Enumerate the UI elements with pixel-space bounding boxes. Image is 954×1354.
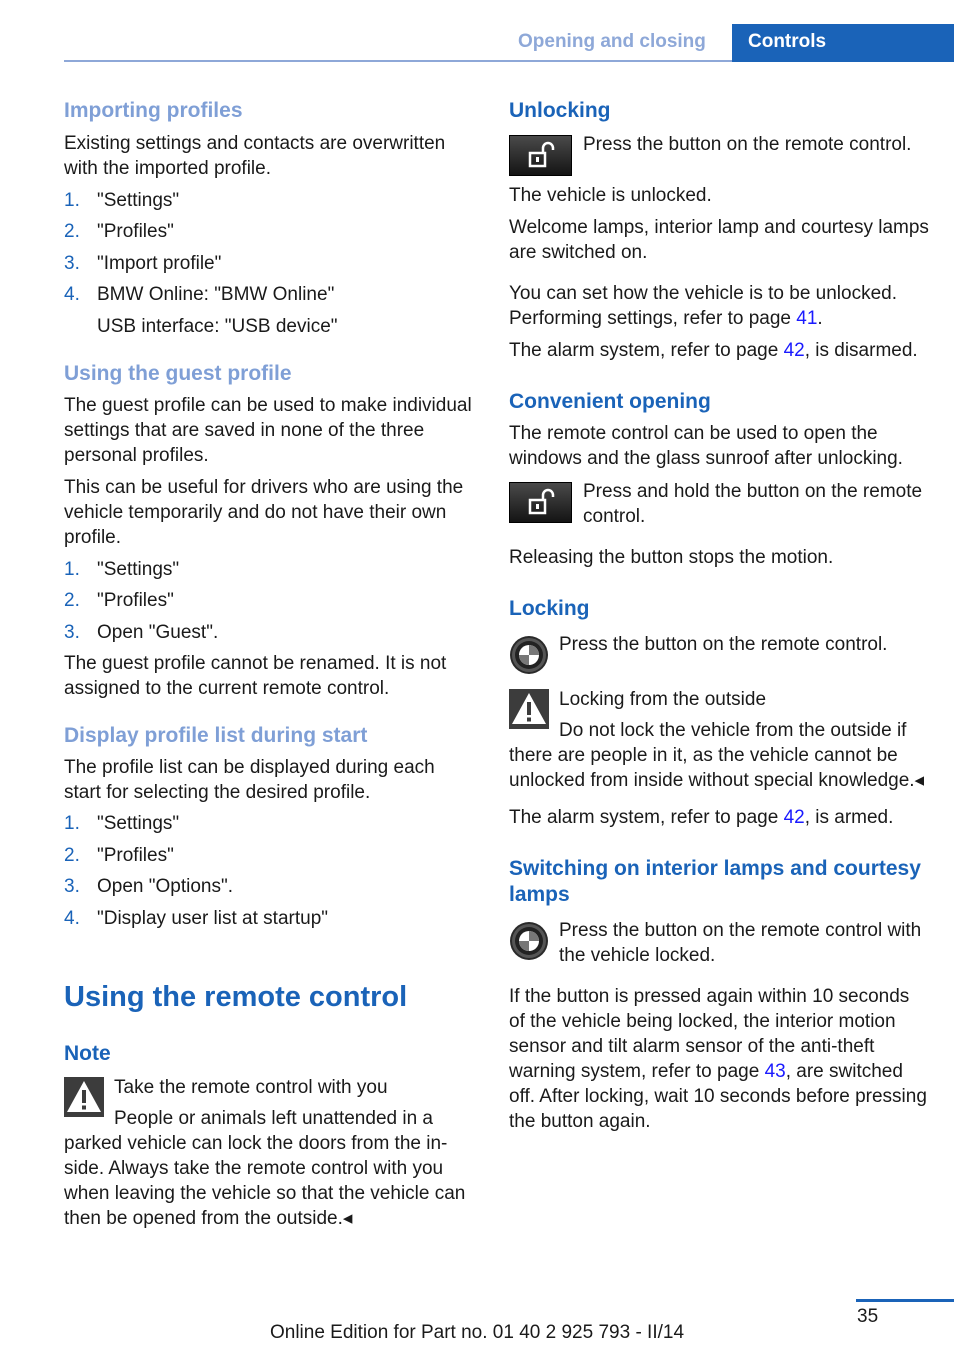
page-number-rule [856,1299,954,1302]
locking-warning-text: Do not lock the vehicle from the outside… [509,720,925,791]
guest-text-2: This can be useful for drivers who are u… [64,477,464,548]
convenient-text-2: Releasing the button stops the motion. [509,547,834,568]
list-item: 2. "Profiles" [64,221,174,242]
page-link-42[interactable]: 42 [784,340,805,361]
display-list-text: The profile list can be displayed during… [64,756,435,803]
lamps-instruction-text: Press the button on the remote control w… [559,920,922,966]
right-column: Unlocking Press the button on the remote… [509,98,929,1134]
lamps-text: If the button is pressed again within 10… [509,986,927,1132]
list-item: 3. Open "Options". [64,876,234,897]
heading-guest-profile: Using the guest profile [64,362,292,385]
importing-text: Existing settings and contacts are overw… [64,133,446,179]
page-link-41[interactable]: 41 [796,308,817,329]
list-item: 2. "Profiles" [64,590,174,611]
heading-interior-lamps: Switching on interior lamps and courtesy… [509,857,921,906]
locking-alarm-text: The alarm system, refer to page 42, is a… [509,807,894,828]
lamps-instruction: Press the button on the remote control w… [509,918,929,968]
unlocking-text-3: You can set how the vehicle is to be unl… [509,283,897,329]
unlocking-text-1: The vehicle is unlocked. [509,185,712,206]
lock-instruction-text: Press the button on the remote control. [559,634,888,655]
convenient-instruction-text: Press and hold the button on the re­mote… [583,481,923,527]
list-item: 1. "Settings" [64,813,180,834]
warning-title: Take the remote control with you [114,1076,388,1098]
chapter-title-remote-control: Using the remote control [64,980,408,1013]
display-list-steps: 1. "Settings" 2. "Profiles" 3. Open "Option… [64,811,474,931]
unlock-button-icon [509,135,572,176]
convenient-instruction: Press and hold the button on the re­mote… [509,479,929,529]
lock-instruction: Press the button on the remote control. [509,632,929,675]
header-chapter-tab: Controls [732,24,954,62]
guest-steps: 1. "Settings" 2. "Profiles" 3. Open "Guest"… [64,557,474,645]
footer-edition: Online Edition for Part no. 01 40 2 925 … [269,1322,685,1343]
list-item: 4. "Display user list at startup" [64,907,329,929]
unlock-instruction: Press the button on the remote con­trol. [509,132,929,176]
importing-steps: 1. "Settings" 2. "Profiles" 3. "Import prof… [64,188,474,340]
convenient-text: The remote control can be used to open t… [509,423,903,469]
left-column: Importing profiles Existing settings and… [64,98,474,1231]
guest-text-3: The guest profile cannot be renamed. It … [64,652,447,699]
heading-locking: Locking [509,597,590,620]
warning-triangle-icon [64,1076,104,1117]
list-item: 3. Open "Guest". [64,621,219,643]
warning-text: People or animals left unattended in a p… [64,1107,466,1229]
bmw-logo-button-icon [510,636,548,674]
locking-warning-block: Locking from the outside Do not lock the… [509,687,929,793]
unlock-button-icon [509,482,572,523]
heading-note: Note [64,1041,111,1065]
warning-triangle-icon [509,689,549,729]
list-item: 1. "Settings" [64,189,180,211]
page-link-42[interactable]: 42 [784,807,805,828]
list-item: 4. BMW Online: "BMW Online" USB interface:… [64,284,338,337]
bmw-logo-button-icon [510,922,548,960]
list-item: 3. "Import profile" [64,252,222,274]
unlocking-text-4: The alarm system, refer to page 42, is d… [509,340,918,361]
heading-importing-profiles: Importing profiles [64,99,243,122]
warning-block: Take the remote control with you People … [64,1075,474,1231]
locking-warning-title: Locking from the outside [559,689,767,710]
unlocking-text-2: Welcome lamps, interior lamp and courtes… [509,217,929,263]
page-link-43[interactable]: 43 [765,1061,786,1082]
heading-display-profile-list: Display profile list during start [64,723,368,747]
list-item: 2. "Profiles" [64,844,174,866]
heading-convenient-opening: Convenient opening [509,390,711,413]
guest-text-1: The guest profile can be used to make in… [64,395,472,466]
header-rule [64,60,732,62]
header-section-label: Opening and closing [518,31,706,52]
heading-unlocking: Unlocking [509,99,611,122]
list-item: 1. "Settings" [64,558,180,580]
unlock-instruction-text: Press the button on the remote con­trol. [583,134,912,155]
